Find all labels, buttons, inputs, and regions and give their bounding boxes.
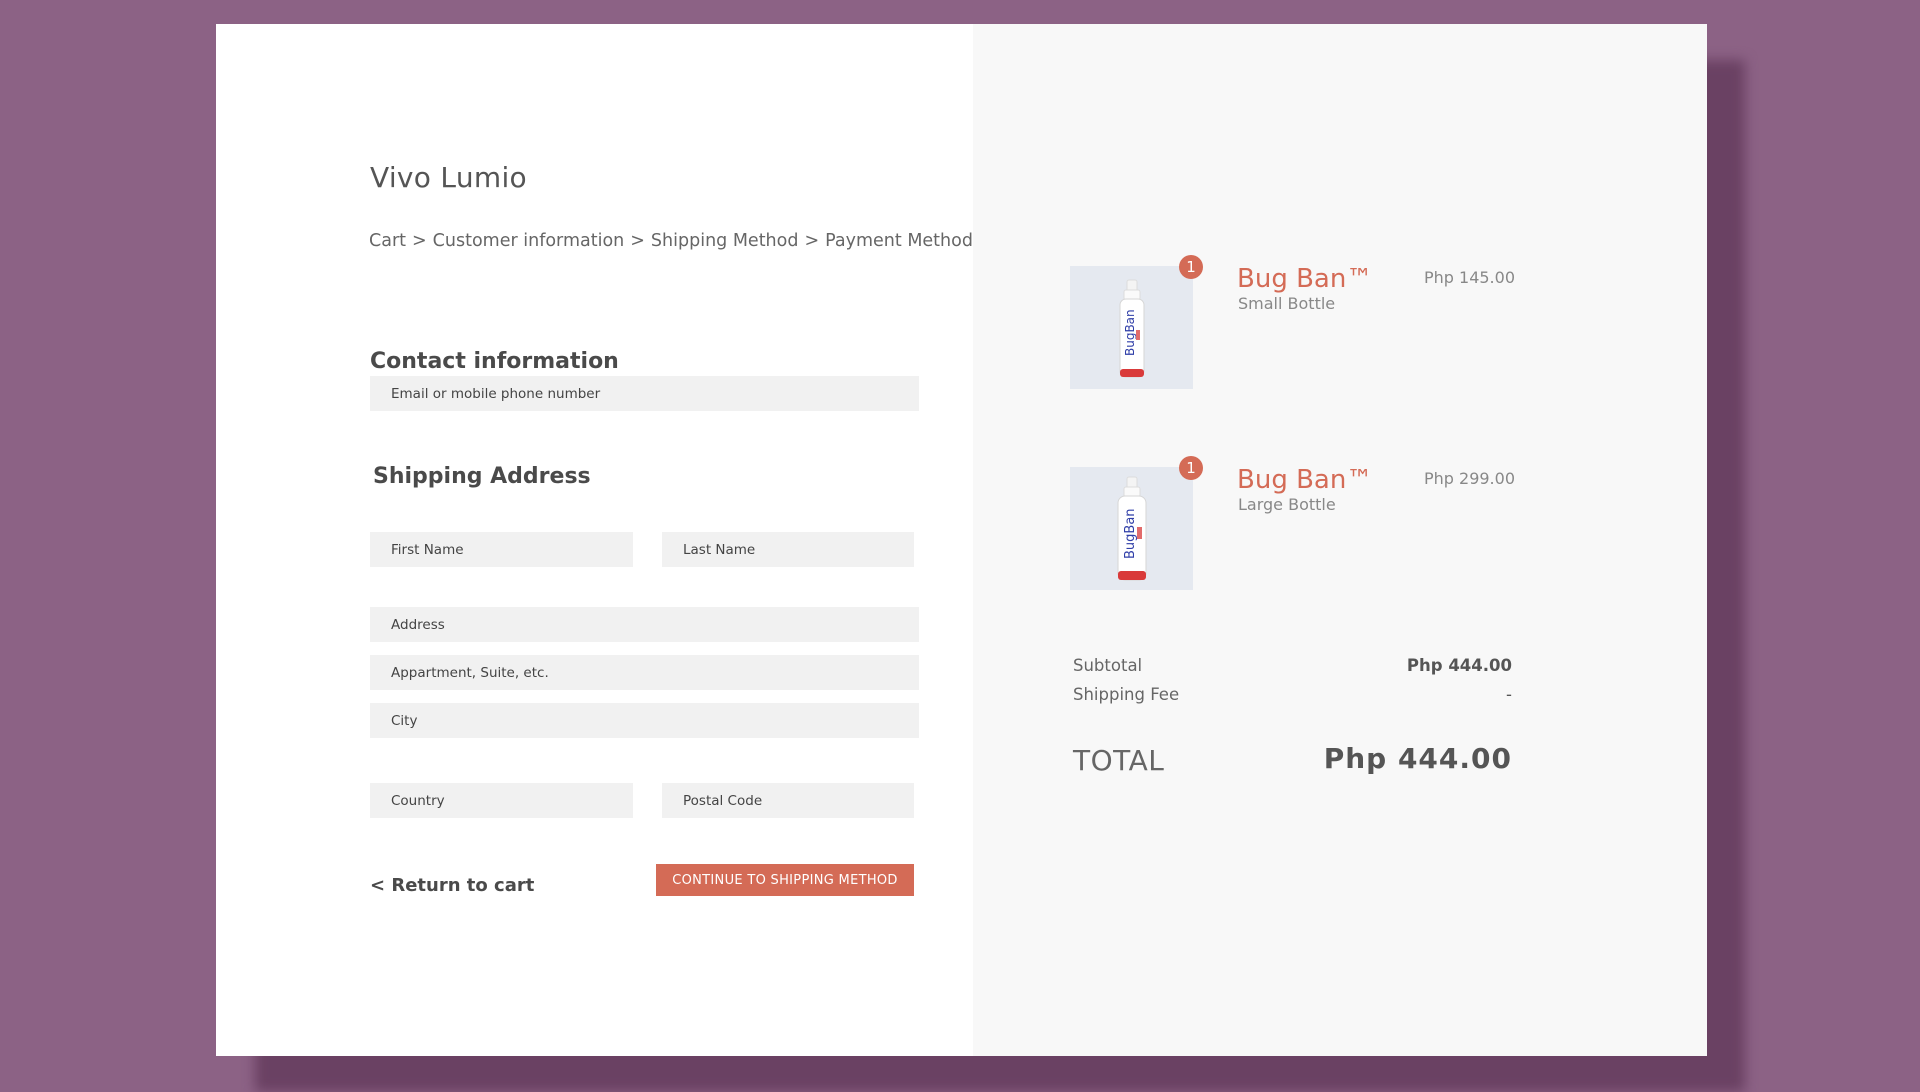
svg-text:BugBan: BugBan — [1123, 508, 1138, 559]
product-variant: Small Bottle — [1238, 294, 1336, 313]
address-field[interactable]: Address — [370, 607, 919, 642]
contact-heading: Contact information — [370, 349, 619, 374]
cart-item: BugBan 1 Bug Ban™ Large Bottle Php 299.0… — [1070, 456, 1515, 592]
checkout-form-panel: Vivo Lumio Cart > Customer information > Shi… — [216, 24, 973, 1056]
quantity-badge: 1 — [1179, 456, 1203, 480]
shipping-heading: Shipping Address — [373, 464, 591, 489]
breadcrumb-separator: > — [412, 231, 427, 251]
breadcrumb-separator: > — [630, 231, 645, 251]
country-field[interactable]: Country — [370, 783, 633, 818]
breadcrumb: Cart > Customer information > Shipping Metho… — [369, 231, 973, 251]
product-name: Bug Ban™ — [1237, 264, 1373, 294]
order-summary-panel: BugBan 1 Bug Ban™ Small Bottle Php 145.0… — [973, 24, 1707, 1056]
breadcrumb-cart[interactable]: Cart — [369, 231, 406, 251]
product-name: Bug Ban™ — [1237, 465, 1373, 495]
total-value: Php 444.00 — [1323, 742, 1512, 775]
return-to-cart-link[interactable]: < Return to cart — [370, 875, 534, 896]
breadcrumb-payment-method[interactable]: Payment Method — [825, 231, 973, 251]
product-price: Php 145.00 — [1423, 268, 1515, 287]
quantity-badge: 1 — [1179, 255, 1203, 279]
product-image: BugBan — [1070, 266, 1193, 389]
last-name-field[interactable]: Last Name — [662, 532, 914, 567]
continue-to-shipping-button[interactable]: CONTINUE TO SHIPPING METHOD — [656, 864, 914, 896]
product-image: BugBan — [1070, 467, 1193, 590]
breadcrumb-separator: > — [804, 231, 820, 251]
subtotal-value: Php 444.00 — [1406, 656, 1512, 675]
apartment-field[interactable]: Appartment, Suite, etc. — [370, 655, 919, 690]
breadcrumb-customer-information[interactable]: Customer information — [433, 231, 625, 251]
svg-text:BugBan: BugBan — [1123, 309, 1137, 356]
city-field[interactable]: City — [370, 703, 919, 738]
cart-item: BugBan 1 Bug Ban™ Small Bottle Php 145.0… — [1070, 255, 1515, 391]
postal-code-field[interactable]: Postal Code — [662, 783, 914, 818]
spray-bottle-large-icon: BugBan — [1117, 476, 1147, 581]
shipping-fee-value: - — [1506, 685, 1512, 704]
checkout-window: Vivo Lumio Cart > Customer information > Shi… — [216, 24, 1707, 1056]
product-variant: Large Bottle — [1238, 495, 1336, 514]
first-name-field[interactable]: First Name — [370, 532, 633, 567]
subtotal-label: Subtotal — [1073, 656, 1143, 675]
email-field[interactable]: Email or mobile phone number — [370, 376, 919, 411]
total-label: TOTAL — [1073, 744, 1165, 777]
product-price: Php 299.00 — [1423, 469, 1515, 488]
breadcrumb-shipping-method[interactable]: Shipping Method — [651, 231, 799, 251]
store-name: Vivo Lumio — [370, 161, 527, 194]
spray-bottle-small-icon: BugBan — [1119, 279, 1145, 378]
shipping-fee-label: Shipping Fee — [1073, 685, 1180, 704]
